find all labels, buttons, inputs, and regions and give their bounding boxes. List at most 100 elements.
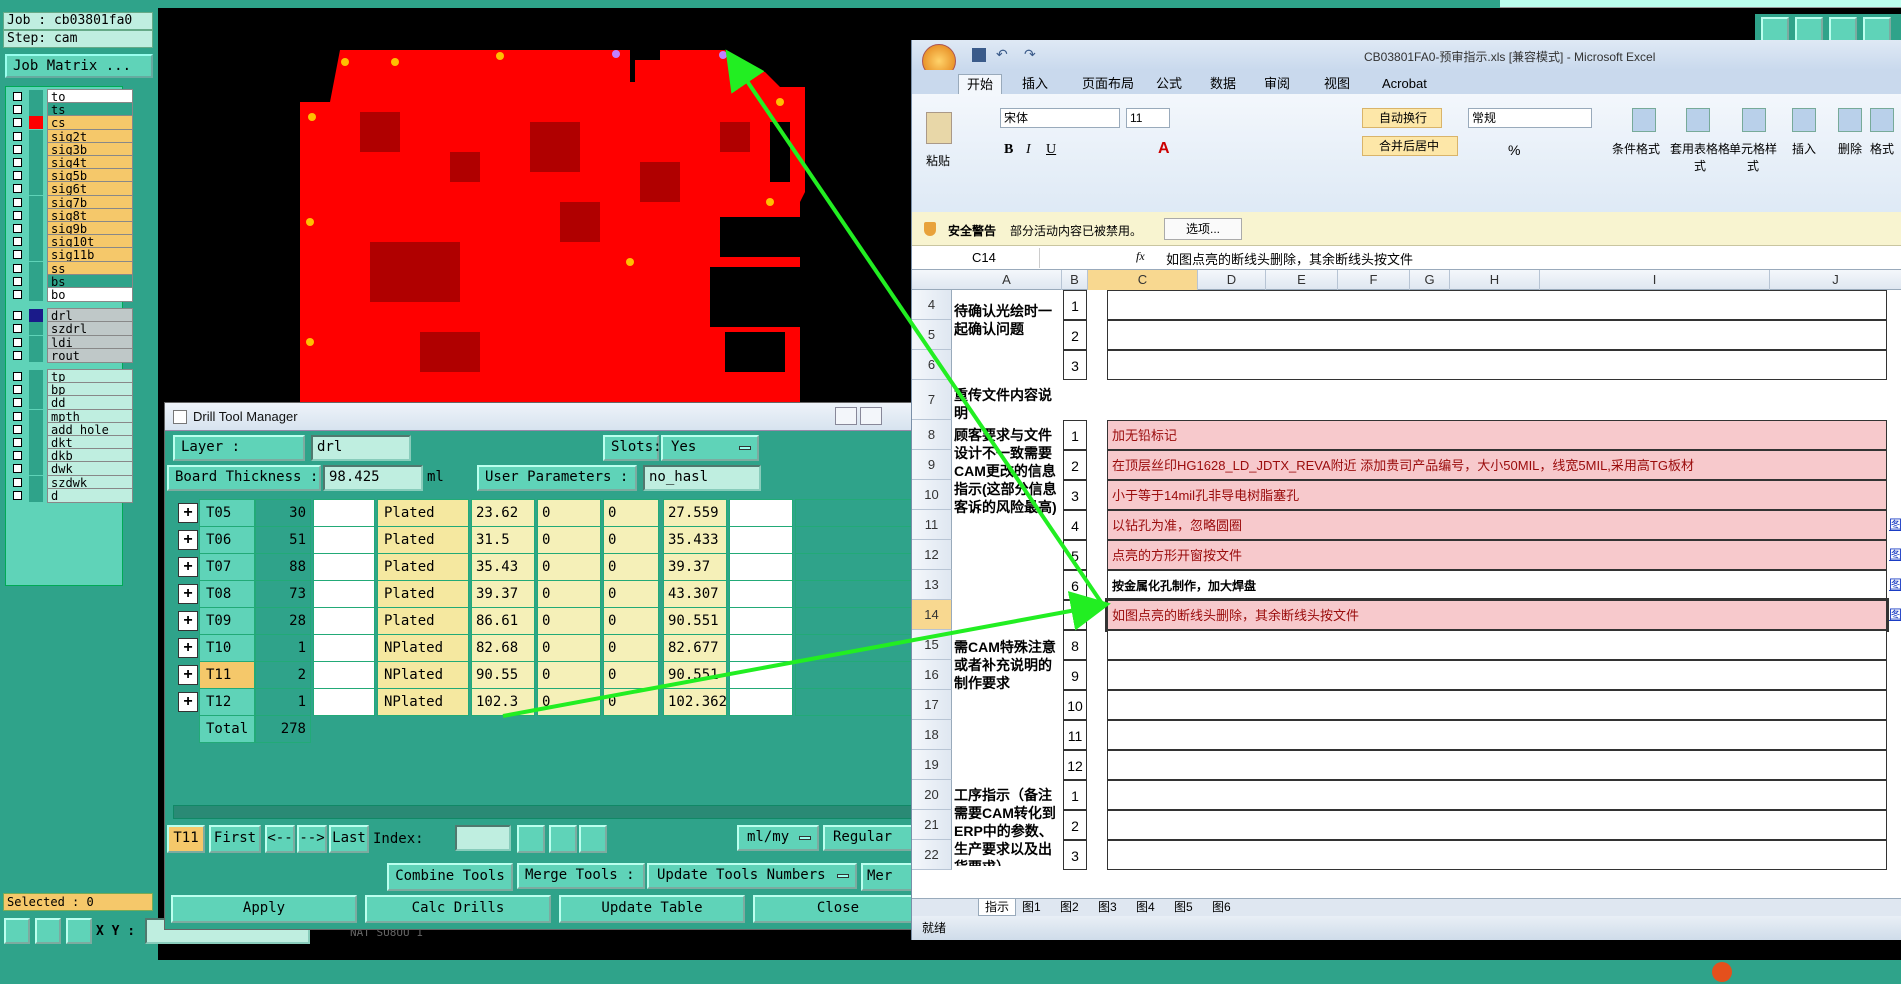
item-number[interactable]: 10 — [1063, 690, 1087, 720]
font-name-select[interactable]: 宋体 — [1000, 108, 1120, 128]
item-number[interactable]: 1 — [1063, 290, 1087, 320]
ribbon-tab[interactable]: Acrobat — [1382, 74, 1427, 94]
tool-finish-field[interactable]: 90.551 — [663, 607, 727, 635]
row-header[interactable]: 12 — [912, 540, 952, 570]
layer-checkbox[interactable] — [13, 464, 22, 474]
tool-type-select[interactable]: Plated — [377, 607, 469, 635]
hyperlink[interactable]: 图1!A1 — [1889, 510, 1901, 540]
tool-minus-tol-field[interactable]: 0 — [603, 526, 659, 554]
layer-checkbox[interactable] — [13, 385, 22, 395]
insert-icon[interactable] — [1792, 108, 1816, 132]
item-number[interactable]: 3 — [1063, 480, 1087, 510]
paste-icon[interactable] — [926, 112, 952, 144]
layer-checkbox[interactable] — [13, 210, 22, 220]
row-header[interactable]: 18 — [912, 720, 952, 750]
item-number[interactable]: 6 — [1063, 570, 1087, 600]
tool-finish-field[interactable]: 82.677 — [663, 634, 727, 662]
sheet-tab[interactable]: 图3 — [1092, 899, 1123, 916]
row-header[interactable]: 19 — [912, 750, 952, 780]
tool-finish-field[interactable]: 43.307 — [663, 580, 727, 608]
section-label[interactable]: 工序指示（备注需要CAM转化到ERP中的参数、生产要求以及出货要求） — [954, 786, 1062, 866]
item-number[interactable]: 3 — [1063, 840, 1087, 870]
sheet-tab[interactable]: 指示 — [978, 899, 1017, 916]
slots-select[interactable]: Yes — [661, 435, 759, 461]
sheet-tab[interactable]: 图5 — [1168, 899, 1199, 916]
tool-name[interactable]: T08 — [199, 580, 255, 608]
row-header[interactable]: 7 — [912, 380, 952, 420]
ime-icon[interactable] — [1712, 962, 1732, 982]
item-text-cell[interactable]: 按金属化孔制作，加大焊盘 — [1107, 570, 1887, 600]
pcb-board-view[interactable] — [300, 42, 815, 407]
grid-icon[interactable] — [66, 918, 92, 944]
close-button[interactable]: Close — [753, 895, 923, 923]
row-header[interactable]: 5 — [912, 320, 952, 350]
tool-finish-field[interactable]: 27.559 — [663, 499, 727, 527]
sheet-tab[interactable]: 图6 — [1206, 899, 1237, 916]
row-header[interactable]: 16 — [912, 660, 952, 690]
layer-checkbox[interactable] — [13, 411, 22, 421]
tool-minus-tol-field[interactable]: 0 — [603, 553, 659, 581]
layer-checkbox[interactable] — [13, 311, 22, 321]
italic-button[interactable]: I — [1026, 142, 1031, 158]
tool-size-field[interactable]: 23.62 — [471, 499, 535, 527]
item-text-cell[interactable] — [1107, 780, 1887, 810]
tool-note-field[interactable] — [313, 580, 375, 608]
row-header[interactable]: 13 — [912, 570, 952, 600]
item-text-cell[interactable] — [1107, 290, 1887, 320]
cond-format-icon[interactable] — [1632, 108, 1656, 132]
layer-checkbox[interactable] — [13, 197, 22, 207]
column-header[interactable]: B — [1062, 270, 1088, 290]
tool-name[interactable]: T06 — [199, 526, 255, 554]
expand-icon[interactable]: + — [178, 584, 198, 604]
item-text-cell[interactable] — [1107, 840, 1887, 870]
number-format-select[interactable]: 常规 — [1468, 108, 1592, 128]
tool-minus-tol-field[interactable]: 0 — [603, 580, 659, 608]
layer-checkbox[interactable] — [13, 290, 22, 299]
item-number[interactable]: 1 — [1063, 780, 1087, 810]
fx-icon[interactable]: fx — [1136, 249, 1145, 264]
job-matrix-button[interactable]: Job Matrix ... — [5, 54, 153, 78]
row-header[interactable]: 10 — [912, 480, 952, 510]
percent-button[interactable]: % — [1508, 142, 1520, 158]
tool-note-field[interactable] — [313, 526, 375, 554]
update-numbers-select[interactable]: Update Tools Numbers — [647, 863, 857, 889]
row-header[interactable]: 22 — [912, 840, 952, 870]
section-label[interactable]: 顾客要求与文件设计不一致需要CAM更改的信息指示(这部分信息客诉的风险最高) — [954, 426, 1062, 546]
tool-type-select[interactable]: NPlated — [377, 688, 469, 716]
row-header[interactable]: 17 — [912, 690, 952, 720]
column-header[interactable]: F — [1338, 270, 1410, 290]
layer-checkbox[interactable] — [13, 451, 22, 461]
refresh-icon[interactable] — [549, 825, 577, 853]
layer-checkbox[interactable] — [13, 490, 22, 500]
tool-size-field[interactable]: 35.43 — [471, 553, 535, 581]
tool-note-field[interactable] — [313, 553, 375, 581]
item-number[interactable]: 4 — [1063, 510, 1087, 540]
tool-plus-tol-field[interactable]: 0 — [537, 526, 601, 554]
layer-checkbox[interactable] — [13, 118, 22, 128]
redo-icon[interactable]: ↷ — [1024, 46, 1036, 63]
tool-extra-field[interactable] — [729, 688, 793, 716]
format-icon[interactable] — [1870, 108, 1894, 132]
item-number[interactable]: 2 — [1063, 450, 1087, 480]
formula-input[interactable]: 如图点亮的断线头删除，其余断线头按文件 — [1166, 249, 1413, 268]
ribbon-tab[interactable]: 公式 — [1156, 74, 1182, 94]
user-params-field[interactable]: no_hasl — [643, 465, 761, 491]
ribbon-tab[interactable]: 插入 — [1022, 74, 1048, 94]
tool-plus-tol-field[interactable]: 0 — [537, 634, 601, 662]
layer-checkbox[interactable] — [13, 224, 22, 233]
tool-note-field[interactable] — [313, 634, 375, 662]
tool-minus-tol-field[interactable]: 0 — [603, 661, 659, 689]
options-button[interactable]: 选项... — [1164, 218, 1242, 240]
column-header[interactable]: A — [952, 270, 1062, 290]
font-color-button[interactable]: A — [1158, 140, 1170, 158]
item-text-cell[interactable]: 点亮的方形开窗按文件 — [1107, 540, 1887, 570]
tool-name[interactable]: T09 — [199, 607, 255, 635]
tool-type-select[interactable]: NPlated — [377, 661, 469, 689]
minimize-icon[interactable] — [835, 407, 857, 425]
tool-type-select[interactable]: Plated — [377, 499, 469, 527]
tool-note-field[interactable] — [313, 499, 375, 527]
layer-checkbox[interactable] — [13, 276, 22, 286]
column-header[interactable]: E — [1266, 270, 1338, 290]
item-number[interactable]: 12 — [1063, 750, 1087, 780]
tool-extra-field[interactable] — [729, 607, 793, 635]
